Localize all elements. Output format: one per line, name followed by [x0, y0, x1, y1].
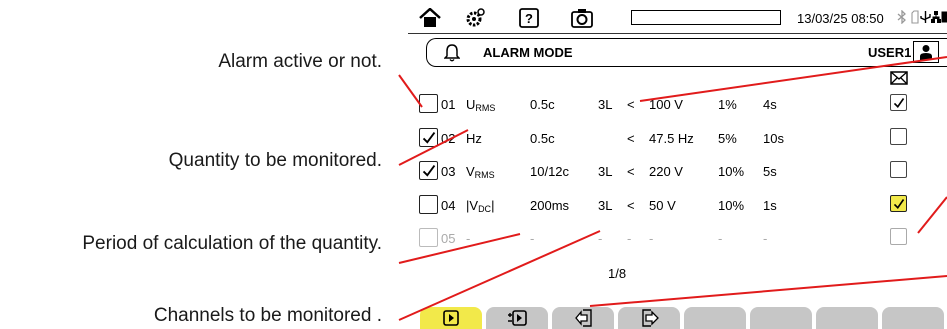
- callout-line-threshold: [639, 56, 947, 102]
- callout-lines: [398, 56, 947, 321]
- callout-line-alarm: [398, 74, 423, 108]
- callout-line-tabs: [589, 275, 947, 307]
- callout-line-channels: [398, 230, 601, 321]
- callout-line-quantity: [398, 129, 469, 166]
- callout-line-period: [398, 233, 521, 264]
- callout-line-mail: [917, 196, 947, 234]
